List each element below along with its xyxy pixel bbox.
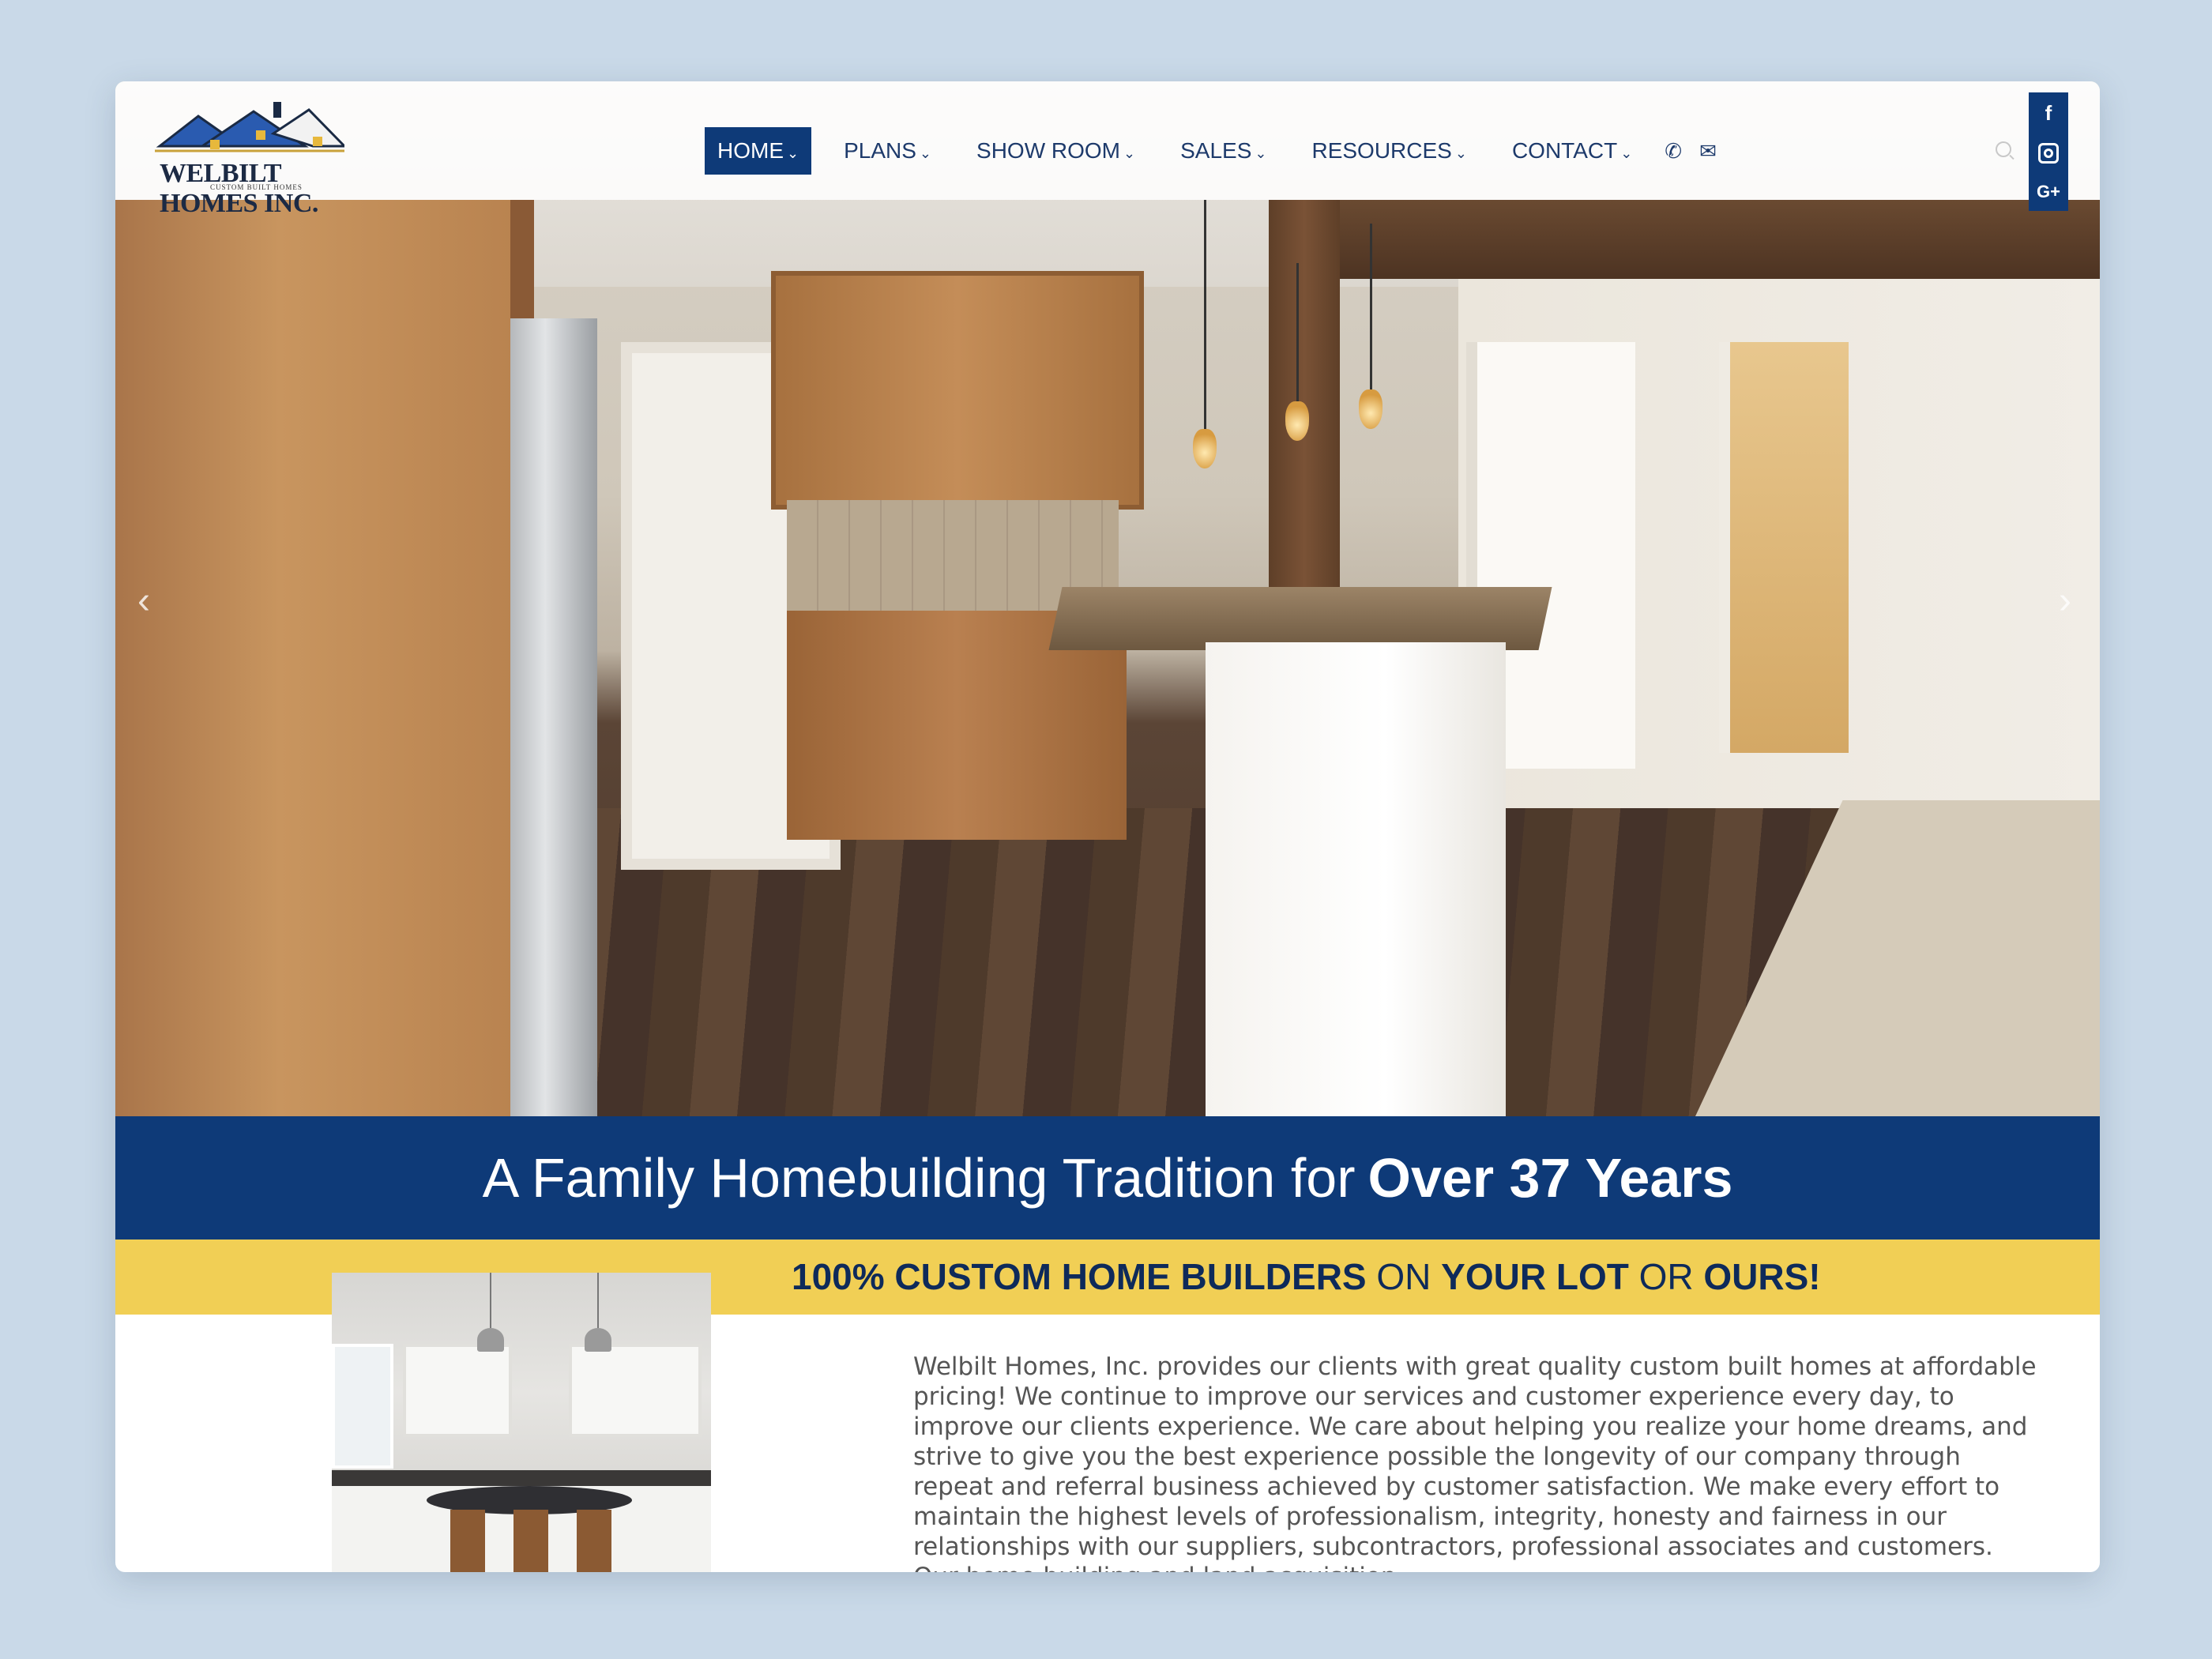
chevron-down-icon: ⌄ (919, 145, 932, 161)
hero-image (115, 81, 2100, 1116)
nav-label: CONTACT (1511, 138, 1618, 163)
nav-item-contact[interactable]: CONTACT ⌄ (1499, 127, 1645, 175)
nav-item-sales[interactable]: SALES ⌄ (1168, 127, 1279, 175)
nav-item-plans[interactable]: PLANS ⌄ (831, 127, 944, 175)
heading-part: ON (1376, 1256, 1431, 1297)
google-plus-icon[interactable]: G+ (2037, 182, 2060, 202)
heading-part: YOUR LOT (1441, 1256, 1629, 1297)
chevron-down-icon: ⌄ (1255, 145, 1267, 161)
nav-label: SHOW ROOM (976, 138, 1121, 163)
chevron-down-icon: ⌄ (1454, 145, 1467, 161)
tagline-prefix: A Family Homebuilding Tradition for (482, 1147, 1356, 1209)
tagline-emphasis: Over 37 Years (1367, 1147, 1733, 1209)
logo-tagline: CUSTOM BUILT HOMES (210, 183, 303, 191)
custom-builders-heading: 100% CUSTOM HOME BUILDERS ON YOUR LOT OR… (792, 1240, 1821, 1315)
nav-label: PLANS (844, 138, 916, 163)
main-nav: HOME ⌄ PLANS ⌄ SHOW ROOM ⌄ SALES ⌄ RESOURCES… (705, 127, 1734, 175)
nav-label: RESOURCES (1311, 138, 1452, 163)
facebook-icon[interactable]: f (2045, 101, 2052, 126)
nav-label: SALES (1180, 138, 1252, 163)
chevron-down-icon: ⌄ (1123, 145, 1136, 161)
slider-prev-arrow[interactable]: ‹ (137, 579, 150, 623)
nav-item-show-room[interactable]: SHOW ROOM ⌄ (964, 127, 1148, 175)
nav-item-resources[interactable]: RESOURCES ⌄ (1299, 127, 1479, 175)
kitchen-thumbnail (332, 1273, 711, 1572)
envelope-icon[interactable]: ✉ (1699, 139, 1717, 164)
chevron-down-icon: ⌄ (1620, 145, 1633, 161)
phone-icon[interactable]: ✆ (1665, 139, 1682, 164)
tagline-banner: A Family Homebuilding Tradition for Over… (115, 1116, 2100, 1240)
chevron-down-icon: ⌄ (787, 145, 799, 161)
site-header: WELBILT HOMES INC. CUSTOM BUILT HOMES HO… (115, 81, 2100, 218)
browser-window: ‹ › WELBILT HOMES INC. CUSTOM BUILT HOME… (115, 81, 2100, 1572)
nav-item-home[interactable]: HOME ⌄ (705, 127, 812, 175)
heading-part: 100% CUSTOM HOME BUILDERS (792, 1256, 1367, 1297)
social-links: f G+ (2029, 92, 2068, 211)
nav-label: HOME (717, 138, 784, 163)
instagram-icon[interactable] (2038, 143, 2059, 164)
slider-next-arrow[interactable]: › (2059, 579, 2071, 623)
intro-paragraph: Welbilt Homes, Inc. provides our clients… (913, 1352, 2037, 1572)
heading-part: OR (1638, 1256, 1694, 1297)
search-icon[interactable] (1996, 141, 2011, 157)
heading-part: OURS! (1703, 1256, 1821, 1297)
